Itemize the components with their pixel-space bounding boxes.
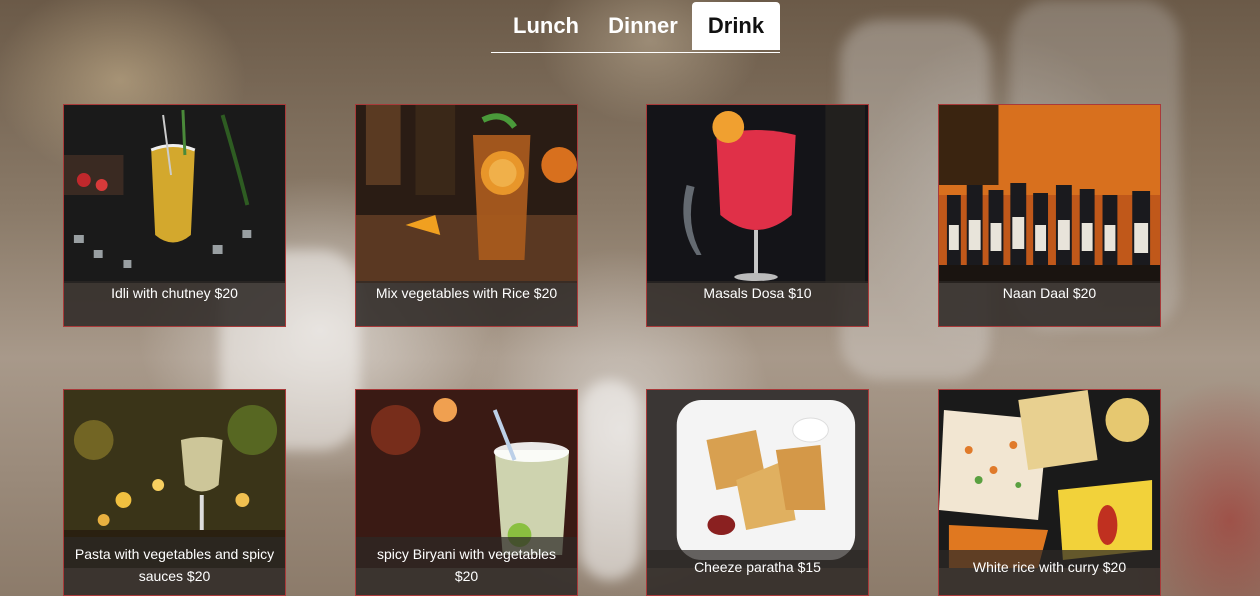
menu-item-caption: White rice with curry $20 — [939, 550, 1160, 595]
glass-cocktail-icon — [64, 105, 285, 283]
iced-tea-icon — [356, 105, 577, 283]
menu-item-caption: spicy Biryani with vegetables $20 — [356, 537, 577, 595]
red-cocktail-icon — [647, 105, 868, 283]
sake-bottles-icon — [939, 105, 1160, 283]
menu-card[interactable]: Idli with chutney $20 — [63, 104, 286, 327]
menu-item-caption: Idli with chutney $20 — [64, 281, 285, 326]
menu-item-caption: Pasta with vegetables and spicy sauces $… — [64, 537, 285, 595]
curry-box-icon — [939, 390, 1160, 568]
menu-card[interactable]: Cheeze paratha $15 — [646, 389, 869, 596]
paratha-plate-icon — [647, 390, 868, 568]
background-napkin — [580, 380, 640, 580]
tab-dinner[interactable]: Dinner — [595, 2, 691, 50]
menu-card[interactable]: Mix vegetables with Rice $20 — [355, 104, 578, 327]
tab-drink[interactable]: Drink — [692, 2, 780, 50]
menu-card[interactable]: White rice with curry $20 — [938, 389, 1161, 596]
menu-item-caption: Masals Dosa $10 — [647, 281, 868, 326]
menu-card[interactable]: Masals Dosa $10 — [646, 104, 869, 327]
menu-card[interactable]: Pasta with vegetables and spicy sauces $… — [63, 389, 286, 596]
menu-card[interactable]: spicy Biryani with vegetables $20 — [355, 389, 578, 596]
tab-lunch[interactable]: Lunch — [501, 2, 591, 50]
menu-tabs: Lunch Dinner Drink — [491, 2, 780, 53]
menu-item-caption: Naan Daal $20 — [939, 281, 1160, 326]
menu-item-caption: Cheeze paratha $15 — [647, 550, 868, 595]
menu-item-caption: Mix vegetables with Rice $20 — [356, 281, 577, 326]
menu-card[interactable]: Naan Daal $20 — [938, 104, 1161, 327]
